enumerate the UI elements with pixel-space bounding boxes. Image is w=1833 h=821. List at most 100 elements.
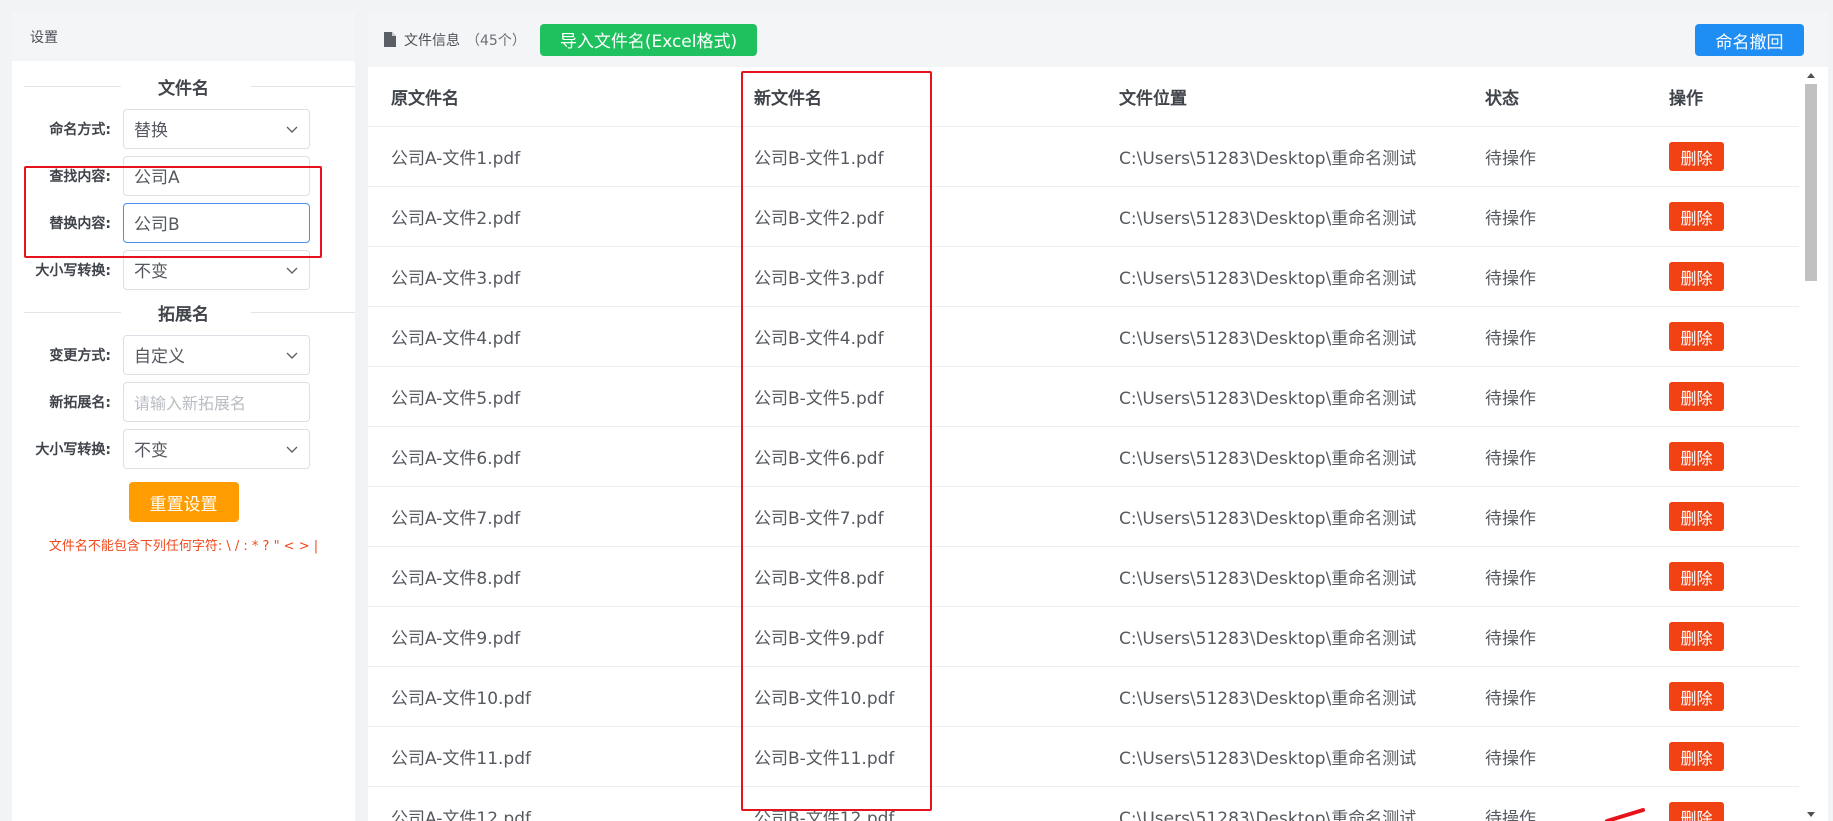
find-input[interactable]: 公司A	[123, 155, 310, 196]
file-panel-header: 文件信息 （45个） 导入文件名(Excel格式) 命名撤回	[368, 12, 1828, 67]
delete-button[interactable]: 删除	[1669, 382, 1724, 411]
rename-mode-row: 命名方式: 替换	[12, 105, 355, 152]
file-table: 原文件名 新文件名 文件位置 状态 操作 公司A-文件1.pdf 公司B-文件1…	[368, 67, 1799, 821]
original-name: 公司A-文件9.pdf	[391, 629, 521, 649]
table-row: 公司A-文件6.pdf 公司B-文件6.pdf C:\Users\51283\D…	[368, 427, 1799, 487]
reset-wrap: 重置设置	[12, 482, 355, 522]
table-row: 公司A-文件10.pdf 公司B-文件10.pdf C:\Users\51283…	[368, 667, 1799, 727]
file-location: C:\Users\51283\Desktop\重命名测试	[1119, 569, 1417, 589]
file-location: C:\Users\51283\Desktop\重命名测试	[1119, 689, 1417, 709]
action-cell: 删除	[1649, 682, 1799, 711]
action-cell: 删除	[1649, 142, 1799, 171]
ext-section-title: 拓展名	[12, 293, 355, 331]
file-location: C:\Users\51283\Desktop\重命名测试	[1119, 449, 1417, 469]
table-row: 公司A-文件9.pdf 公司B-文件9.pdf C:\Users\51283\D…	[368, 607, 1799, 667]
file-location: C:\Users\51283\Desktop\重命名测试	[1119, 269, 1417, 289]
replace-value: 公司B	[134, 215, 180, 235]
case-row-filename: 大小写转换: 不变	[12, 246, 355, 293]
status: 待操作	[1485, 569, 1536, 589]
undo-rename-button[interactable]: 命名撤回	[1695, 24, 1804, 56]
chevron-down-icon	[286, 352, 298, 359]
status: 待操作	[1485, 389, 1536, 409]
new-name: 公司B-文件1.pdf	[754, 149, 884, 169]
file-info-label: 文件信息	[404, 32, 460, 49]
delete-button[interactable]: 删除	[1669, 202, 1724, 231]
reset-button[interactable]: 重置设置	[128, 482, 239, 522]
new-ext-input[interactable]: 请输入新拓展名	[123, 381, 310, 422]
file-location: C:\Users\51283\Desktop\重命名测试	[1119, 509, 1417, 529]
status: 待操作	[1485, 149, 1536, 169]
rename-mode-select[interactable]: 替换	[123, 108, 310, 149]
new-name: 公司B-文件9.pdf	[754, 629, 884, 649]
case-select-ext[interactable]: 不变	[123, 428, 310, 469]
delete-button[interactable]: 删除	[1669, 682, 1724, 711]
scrollbar-thumb[interactable]	[1805, 84, 1817, 281]
new-name: 公司B-文件12.pdf	[754, 809, 895, 821]
replace-row: 替换内容: 公司B	[12, 199, 355, 246]
action-cell: 删除	[1649, 622, 1799, 651]
case-select-filename[interactable]: 不变	[123, 249, 310, 290]
settings-header: 设置	[12, 12, 355, 61]
col-header-action: 操作	[1669, 89, 1703, 109]
new-name: 公司B-文件11.pdf	[754, 749, 895, 769]
action-cell: 删除	[1649, 742, 1799, 771]
table-row: 公司A-文件11.pdf 公司B-文件11.pdf C:\Users\51283…	[368, 727, 1799, 787]
action-cell: 删除	[1649, 562, 1799, 591]
case-label-ext: 大小写转换:	[35, 441, 111, 458]
file-panel: 文件信息 （45个） 导入文件名(Excel格式) 命名撤回 原文件名 新文件名…	[368, 12, 1828, 821]
delete-button[interactable]: 删除	[1669, 622, 1724, 651]
action-cell: 删除	[1649, 262, 1799, 291]
original-name: 公司A-文件7.pdf	[391, 509, 521, 529]
action-cell: 删除	[1649, 502, 1799, 531]
delete-button[interactable]: 删除	[1669, 142, 1724, 171]
change-mode-value: 自定义	[134, 347, 185, 367]
original-name: 公司A-文件2.pdf	[391, 209, 521, 229]
action-cell: 删除	[1649, 322, 1799, 351]
new-ext-placeholder: 请输入新拓展名	[134, 393, 247, 413]
col-header-location: 文件位置	[1119, 89, 1187, 109]
col-header-status: 状态	[1485, 89, 1519, 109]
new-ext-label: 新拓展名:	[49, 394, 111, 411]
delete-button[interactable]: 删除	[1669, 502, 1724, 531]
scroll-down-icon[interactable]	[1802, 807, 1820, 821]
new-ext-row: 新拓展名: 请输入新拓展名	[12, 378, 355, 425]
import-excel-button[interactable]: 导入文件名(Excel格式)	[539, 23, 758, 56]
table-row: 公司A-文件8.pdf 公司B-文件8.pdf C:\Users\51283\D…	[368, 547, 1799, 607]
change-mode-label: 变更方式:	[49, 347, 111, 364]
rename-mode-label: 命名方式:	[49, 121, 111, 138]
delete-button[interactable]: 删除	[1669, 322, 1724, 351]
settings-panel: 设置 文件名 命名方式: 替换 查找内容: 公司A 替换内容: 公司B 大小写转…	[12, 12, 355, 821]
change-mode-row: 变更方式: 自定义	[12, 331, 355, 378]
status: 待操作	[1485, 209, 1536, 229]
file-count: （45个）	[466, 32, 526, 49]
delete-button[interactable]: 删除	[1669, 742, 1724, 771]
chevron-down-icon	[286, 126, 298, 133]
status: 待操作	[1485, 749, 1536, 769]
original-name: 公司A-文件10.pdf	[391, 689, 531, 709]
delete-button[interactable]: 删除	[1669, 802, 1724, 821]
replace-input[interactable]: 公司B	[123, 202, 310, 243]
original-name: 公司A-文件8.pdf	[391, 569, 521, 589]
new-name: 公司B-文件7.pdf	[754, 509, 884, 529]
file-location: C:\Users\51283\Desktop\重命名测试	[1119, 809, 1417, 821]
col-header-new: 新文件名	[754, 89, 822, 109]
action-cell: 删除	[1649, 442, 1799, 471]
annotation-arrow-icon	[1605, 808, 1645, 821]
file-location: C:\Users\51283\Desktop\重命名测试	[1119, 209, 1417, 229]
table-row: 公司A-文件1.pdf 公司B-文件1.pdf C:\Users\51283\D…	[368, 127, 1799, 187]
action-cell: 删除	[1649, 802, 1799, 821]
delete-button[interactable]: 删除	[1669, 442, 1724, 471]
scroll-up-icon[interactable]	[1802, 68, 1820, 82]
change-mode-select[interactable]: 自定义	[123, 334, 310, 375]
case-value-ext: 不变	[134, 441, 168, 461]
table-row: 公司A-文件4.pdf 公司B-文件4.pdf C:\Users\51283\D…	[368, 307, 1799, 367]
table-scrollbar[interactable]	[1802, 68, 1820, 821]
status: 待操作	[1485, 509, 1536, 529]
delete-button[interactable]: 删除	[1669, 262, 1724, 291]
col-header-original: 原文件名	[391, 89, 459, 109]
status: 待操作	[1485, 689, 1536, 709]
table-row: 公司A-文件3.pdf 公司B-文件3.pdf C:\Users\51283\D…	[368, 247, 1799, 307]
file-location: C:\Users\51283\Desktop\重命名测试	[1119, 329, 1417, 349]
delete-button[interactable]: 删除	[1669, 562, 1724, 591]
status: 待操作	[1485, 269, 1536, 289]
